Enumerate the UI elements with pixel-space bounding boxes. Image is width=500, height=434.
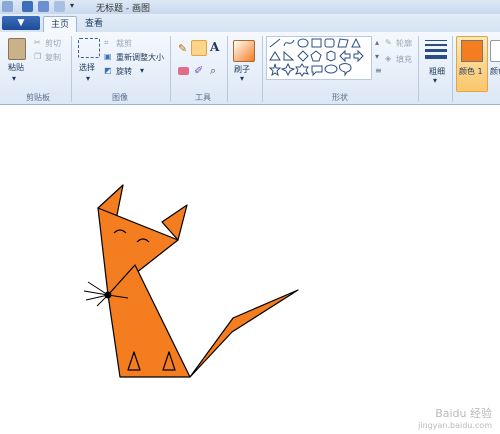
rotate-dropdown-icon[interactable]: ▾ (140, 66, 144, 75)
title-bar: ▾ 无标题 - 画图 (0, 0, 500, 15)
watermark-line1: Baidu 经验 (435, 407, 492, 420)
watermark-line2: jingyan.baidu.com (418, 421, 492, 430)
window-title: 无标题 - 画图 (96, 4, 150, 14)
fox-tail (189, 289, 299, 378)
tab-home-label: 主页 (50, 20, 69, 30)
tools-group-label: 工具 (195, 93, 211, 102)
resize-icon[interactable]: ▣ (104, 52, 112, 61)
paste-dropdown-icon[interactable]: ▾ (12, 74, 16, 83)
rotate-icon[interactable]: ◩ (104, 66, 112, 75)
shapes-group-label: 形状 (332, 93, 348, 102)
brush-icon[interactable] (233, 40, 255, 62)
fill-icon[interactable]: ◈ (385, 54, 391, 63)
group-divider (170, 36, 171, 102)
paint-menu-button[interactable]: ▼ (2, 16, 40, 30)
select-dropdown-icon[interactable]: ▾ (86, 74, 90, 83)
paste-button[interactable]: 粘贴 (8, 62, 24, 73)
drawing-canvas[interactable]: Baidu 经验 jingyan.baidu.com (0, 105, 500, 434)
shapes-expand-icon[interactable]: ≡ (375, 66, 382, 75)
group-divider (227, 36, 228, 102)
customize-quick-access-icon[interactable]: ▾ (70, 1, 81, 12)
fill-button[interactable]: 填充 (396, 54, 412, 65)
pencil-icon[interactable]: ✎ (178, 42, 187, 55)
color-1-swatch (461, 40, 483, 62)
resize-button[interactable]: 重新调整大小 (116, 52, 164, 63)
select-icon[interactable] (78, 38, 100, 58)
eraser-icon[interactable] (178, 67, 189, 75)
fox-drawing (83, 184, 299, 378)
watermark: Baidu 经验 jingyan.baidu.com (418, 405, 492, 430)
menu-button-label: ▼ (17, 18, 25, 28)
cut-button[interactable]: 剪切 (45, 38, 61, 49)
copy-button[interactable]: 复制 (45, 52, 61, 63)
color-picker-icon[interactable]: ✐ (194, 64, 203, 77)
paste-icon[interactable] (8, 38, 26, 60)
group-divider (452, 36, 453, 102)
cut-icon[interactable]: ✂ (34, 38, 41, 47)
brushes-dropdown-icon[interactable]: ▾ (240, 74, 244, 83)
crop-icon[interactable]: ⌗ (104, 38, 109, 48)
outline-button[interactable]: 轮廓 (396, 38, 412, 49)
fox-body (107, 264, 191, 378)
select-button[interactable]: 选择 (79, 62, 95, 73)
paint-app-icon[interactable] (2, 1, 13, 12)
crop-button[interactable]: 裁剪 (116, 38, 132, 49)
color-2-label[interactable]: 颜色 (490, 66, 500, 77)
save-icon[interactable] (22, 1, 33, 12)
text-tool-icon[interactable]: A (210, 40, 219, 54)
image-group-label: 图像 (112, 93, 128, 102)
group-divider (262, 36, 263, 102)
copy-icon[interactable]: ❐ (34, 52, 41, 61)
color-1-label: 颜色 1 (459, 67, 483, 76)
shapes-scroll-down-icon[interactable]: ▾ (375, 52, 379, 61)
magnifier-icon[interactable]: ⌕ (210, 64, 216, 78)
group-divider (71, 36, 72, 102)
group-divider (418, 36, 419, 102)
fill-bucket-icon[interactable] (191, 40, 207, 56)
shapes-scroll-up-icon[interactable]: ▴ (375, 38, 379, 47)
shapes-gallery[interactable] (266, 36, 372, 80)
outline-icon[interactable]: ✎ (385, 38, 392, 47)
rotate-button[interactable]: 旋转 (116, 66, 132, 77)
tab-view-label: 查看 (84, 19, 103, 29)
undo-icon[interactable] (38, 1, 49, 12)
size-icon[interactable] (425, 40, 447, 59)
redo-icon[interactable] (54, 1, 65, 12)
size-dropdown-icon[interactable]: ▾ (433, 76, 437, 85)
clipboard-group-label: 剪贴板 (26, 93, 50, 102)
tab-view[interactable]: 查看 (80, 16, 108, 33)
color-2-swatch[interactable] (490, 40, 500, 62)
